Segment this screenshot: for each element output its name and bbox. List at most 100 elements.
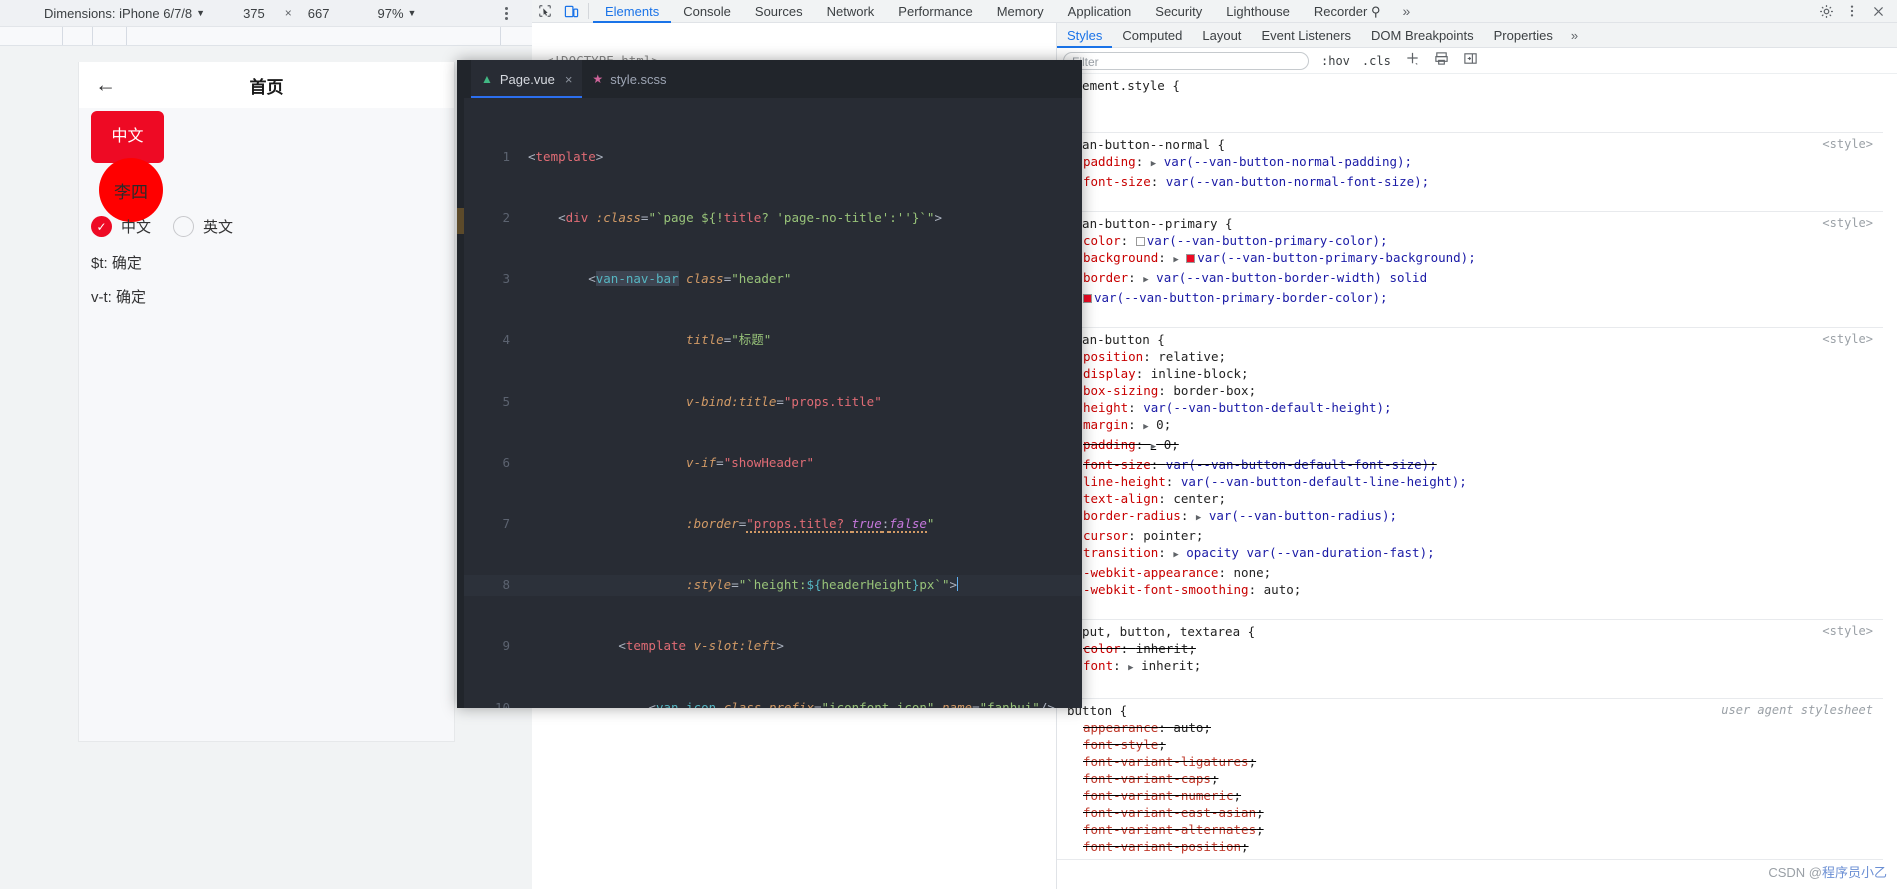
device-zoom-dropdown[interactable]: 97% ▼ [378,6,417,21]
tab-performance[interactable]: Performance [886,0,984,23]
rule-close-brace: } [1057,190,1883,207]
tab-event-listeners[interactable]: Event Listeners [1251,23,1361,48]
declaration[interactable]: line-height: var(--van-button-default-li… [1057,473,1883,490]
declaration[interactable]: font-variant-caps; [1057,770,1883,787]
device-dimensions-dropdown[interactable]: Dimensions: iPhone 6/7/8 ▼ [44,6,205,21]
declaration-continuation[interactable]: var(--van-button-primary-border-color); [1057,289,1883,306]
declaration[interactable]: background: ▶ var(--van-button-primary-b… [1057,249,1883,269]
declaration-value: inherit; [1135,641,1196,656]
declaration[interactable]: font-size: var(--van-button-default-font… [1057,456,1883,473]
declaration[interactable]: box-sizing: border-box; [1057,382,1883,399]
tab-dom-breakpoints[interactable]: DOM Breakpoints [1361,23,1484,48]
radio-option-english[interactable]: 英文 [173,216,233,237]
rule-source[interactable]: <style> [1822,136,1873,153]
declaration-value: none; [1233,565,1272,580]
declaration[interactable]: -webkit-appearance: none; [1057,564,1883,581]
declaration[interactable]: font-variant-position; [1057,838,1883,855]
device-width-input[interactable]: 375 [243,6,265,21]
print-icon[interactable] [1434,51,1449,70]
tab-lighthouse[interactable]: Lighthouse [1214,0,1302,23]
declaration[interactable]: border-radius: ▶ var(--van-button-radius… [1057,507,1883,527]
styles-filter-input[interactable]: Filter [1063,51,1309,70]
declaration[interactable]: font-size: var(--van-button-normal-font-… [1057,173,1883,190]
style-rule-van-button-primary[interactable]: <style> .van-button--primary { color: va… [1057,212,1883,328]
tab-styles[interactable]: Styles [1057,23,1112,48]
declaration[interactable]: padding: ▶ var(--van-button-normal-paddi… [1057,153,1883,173]
devtools-more-icon[interactable] [1839,0,1865,23]
declaration[interactable]: display: inline-block; [1057,365,1883,382]
declaration-property: font [1083,658,1114,673]
inspect-element-icon[interactable] [532,0,558,23]
rule-selector: .van-button { [1067,332,1165,347]
declaration[interactable]: transition: ▶ opacity var(--van-duration… [1057,544,1883,564]
primary-button[interactable]: 中文 [91,111,164,163]
color-swatch[interactable] [1135,237,1145,246]
declaration[interactable]: -webkit-font-smoothing: auto; [1057,581,1883,598]
editor-tab-label: Page.vue [499,71,555,87]
avatar[interactable]: 李四 [99,158,163,222]
declaration[interactable]: font-variant-numeric; [1057,787,1883,804]
declaration[interactable]: font: ▶ inherit; [1057,657,1883,677]
rule-source[interactable]: <style> [1822,331,1873,348]
tab-properties[interactable]: Properties [1484,23,1563,48]
declaration[interactable]: font-variant-ligatures; [1057,753,1883,770]
plus-icon[interactable] [1405,51,1420,70]
editor-tab-page-vue[interactable]: ▲ Page.vue × [471,60,583,98]
device-more-options-icon[interactable] [498,4,514,23]
style-rule-element-style[interactable]: element.style { } [1057,74,1883,133]
declaration-property: font-style [1083,737,1159,752]
force-state-button[interactable]: :hov [1321,54,1350,68]
tab-layout[interactable]: Layout [1192,23,1251,48]
tab-security[interactable]: Security [1143,0,1214,23]
declaration[interactable]: text-align: center; [1057,490,1883,507]
device-height-input[interactable]: 667 [308,6,330,21]
tab-console[interactable]: Console [671,0,743,23]
style-rule-van-button[interactable]: <style> .van-button { position: relative… [1057,328,1883,620]
rule-source[interactable]: <style> [1822,623,1873,640]
toggle-device-toolbar-icon[interactable] [558,0,584,23]
tab-recorder[interactable]: Recorder ⚲ [1302,0,1393,23]
tab-sources[interactable]: Sources [743,0,815,23]
times-icon: × [284,6,292,20]
style-rule-van-button-normal[interactable]: <style> .van-button--normal { padding: ▶… [1057,133,1883,212]
back-arrow-icon[interactable]: ← [95,75,116,96]
more-tabs-chevron-icon[interactable]: » [1392,3,1420,19]
tab-memory[interactable]: Memory [985,0,1056,23]
declaration[interactable]: margin: ▶ 0; [1057,416,1883,436]
style-rule-input-button-textarea[interactable]: <style> input, button, textarea { color:… [1057,620,1883,699]
declaration[interactable]: padding: ▶ 0; [1057,436,1883,456]
close-icon[interactable]: × [565,72,573,87]
declaration[interactable]: font-variant-alternates; [1057,821,1883,838]
vue-icon: ▲ [481,72,493,86]
styles-more-tabs-chevron-icon[interactable]: » [1563,28,1586,43]
declaration[interactable]: height: var(--van-button-default-height)… [1057,399,1883,416]
declaration[interactable]: color: inherit; [1057,640,1883,657]
rule-selector: element.style { [1067,78,1180,93]
declaration[interactable]: cursor: pointer; [1057,527,1883,544]
declaration[interactable]: font-variant-east-asian; [1057,804,1883,821]
tab-elements[interactable]: Elements [593,0,671,23]
declaration[interactable]: appearance: auto; [1057,719,1883,736]
declaration[interactable]: font-style; [1057,736,1883,753]
editor-tab-style-scss[interactable]: ★ style.scss [582,60,676,98]
color-swatch[interactable] [1186,254,1196,263]
color-swatch[interactable] [1083,294,1092,303]
style-rule-button-ua[interactable]: user agent stylesheet button { appearanc… [1057,699,1883,860]
tab-application[interactable]: Application [1056,0,1144,23]
toggle-sidebar-icon[interactable] [1463,51,1478,70]
radio-option-chinese[interactable]: ✓ 中文 [91,216,151,237]
declaration[interactable]: color: var(--van-button-primary-color); [1057,232,1883,249]
declaration[interactable]: position: relative; [1057,348,1883,365]
rule-source[interactable]: <style> [1822,215,1873,232]
tab-network[interactable]: Network [815,0,887,23]
code-editor-window: ▲ Page.vue × ★ style.scss 1 <template> 2 … [457,60,1082,708]
gear-icon[interactable] [1813,0,1839,23]
declaration[interactable]: border: ▶ var(--van-button-border-width)… [1057,269,1883,289]
tab-computed[interactable]: Computed [1112,23,1192,48]
text-row-dollar-t: $t: 确定 [91,255,142,272]
close-icon[interactable] [1865,0,1891,23]
element-classes-button[interactable]: .cls [1362,54,1391,68]
declaration-property: font-variant-position [1083,839,1242,854]
declaration-value: var(--van-button-default-height); [1143,400,1392,415]
editor-code-area[interactable]: 1 <template> 2 <div :class="`page ${!titl… [464,106,1082,708]
